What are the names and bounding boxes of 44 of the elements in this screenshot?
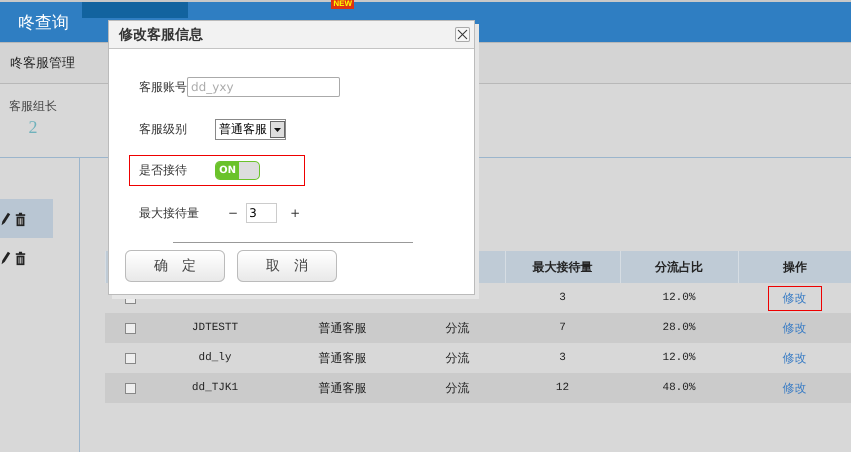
table-cell: 普通客服: [275, 313, 410, 343]
table-cell: dd_ly: [155, 343, 275, 373]
new-badge: NEW: [331, 0, 354, 9]
row-checkbox[interactable]: [124, 323, 136, 334]
breadcrumb-title: 咚客服管理: [10, 55, 75, 72]
table-cell: 7: [505, 313, 620, 343]
table-cell: 分流: [410, 343, 505, 373]
table-cell: 48.0%: [620, 373, 738, 403]
row-checkbox[interactable]: [124, 353, 136, 364]
table-cell: 3: [505, 343, 620, 373]
table-cell: JDTESTT: [155, 313, 275, 343]
field-label: 最大接待量: [139, 204, 200, 222]
row-checkbox[interactable]: [124, 383, 136, 394]
stat-label: 客服组长: [9, 98, 57, 115]
table-cell: 12.0%: [620, 343, 738, 373]
dialog-button[interactable]: 确 定: [125, 250, 225, 282]
column-header: 最大接待量: [505, 251, 620, 283]
trash-icon[interactable]: [15, 210, 26, 228]
field-label: 客服级别: [139, 120, 188, 138]
table-cell: 3: [505, 283, 620, 313]
dialog-title: 修改客服信息: [119, 26, 203, 44]
stat-value: 2: [28, 117, 38, 138]
table-cell: 普通客服: [275, 343, 410, 373]
trash-icon[interactable]: [15, 248, 26, 266]
table-cell: 12: [505, 373, 620, 403]
action-row[interactable]: [0, 199, 53, 238]
table-cell: 12.0%: [620, 283, 738, 313]
table-cell: 分流: [410, 313, 505, 343]
table-cell: 分流: [410, 373, 505, 403]
column-header: 分流占比: [620, 251, 738, 283]
close-button[interactable]: [455, 27, 470, 42]
quantity-field[interactable]: 3: [246, 203, 278, 223]
caret-icon[interactable]: [270, 120, 285, 138]
field-label: 客服账号: [139, 78, 187, 96]
level-dropdown[interactable]: 普通客服: [215, 118, 286, 140]
field-label: 是否接待: [139, 162, 188, 179]
table-cell: dd_TJK1: [155, 373, 275, 403]
table-cell: 普通客服: [275, 373, 410, 403]
table-cell: 28.0%: [620, 313, 738, 343]
column-header: 操作: [738, 251, 851, 283]
dialog-button[interactable]: 取 消: [237, 250, 337, 282]
plus-button[interactable]: +: [290, 206, 300, 220]
app-logo: 咚查询: [18, 12, 70, 34]
minus-button[interactable]: −: [228, 206, 238, 220]
